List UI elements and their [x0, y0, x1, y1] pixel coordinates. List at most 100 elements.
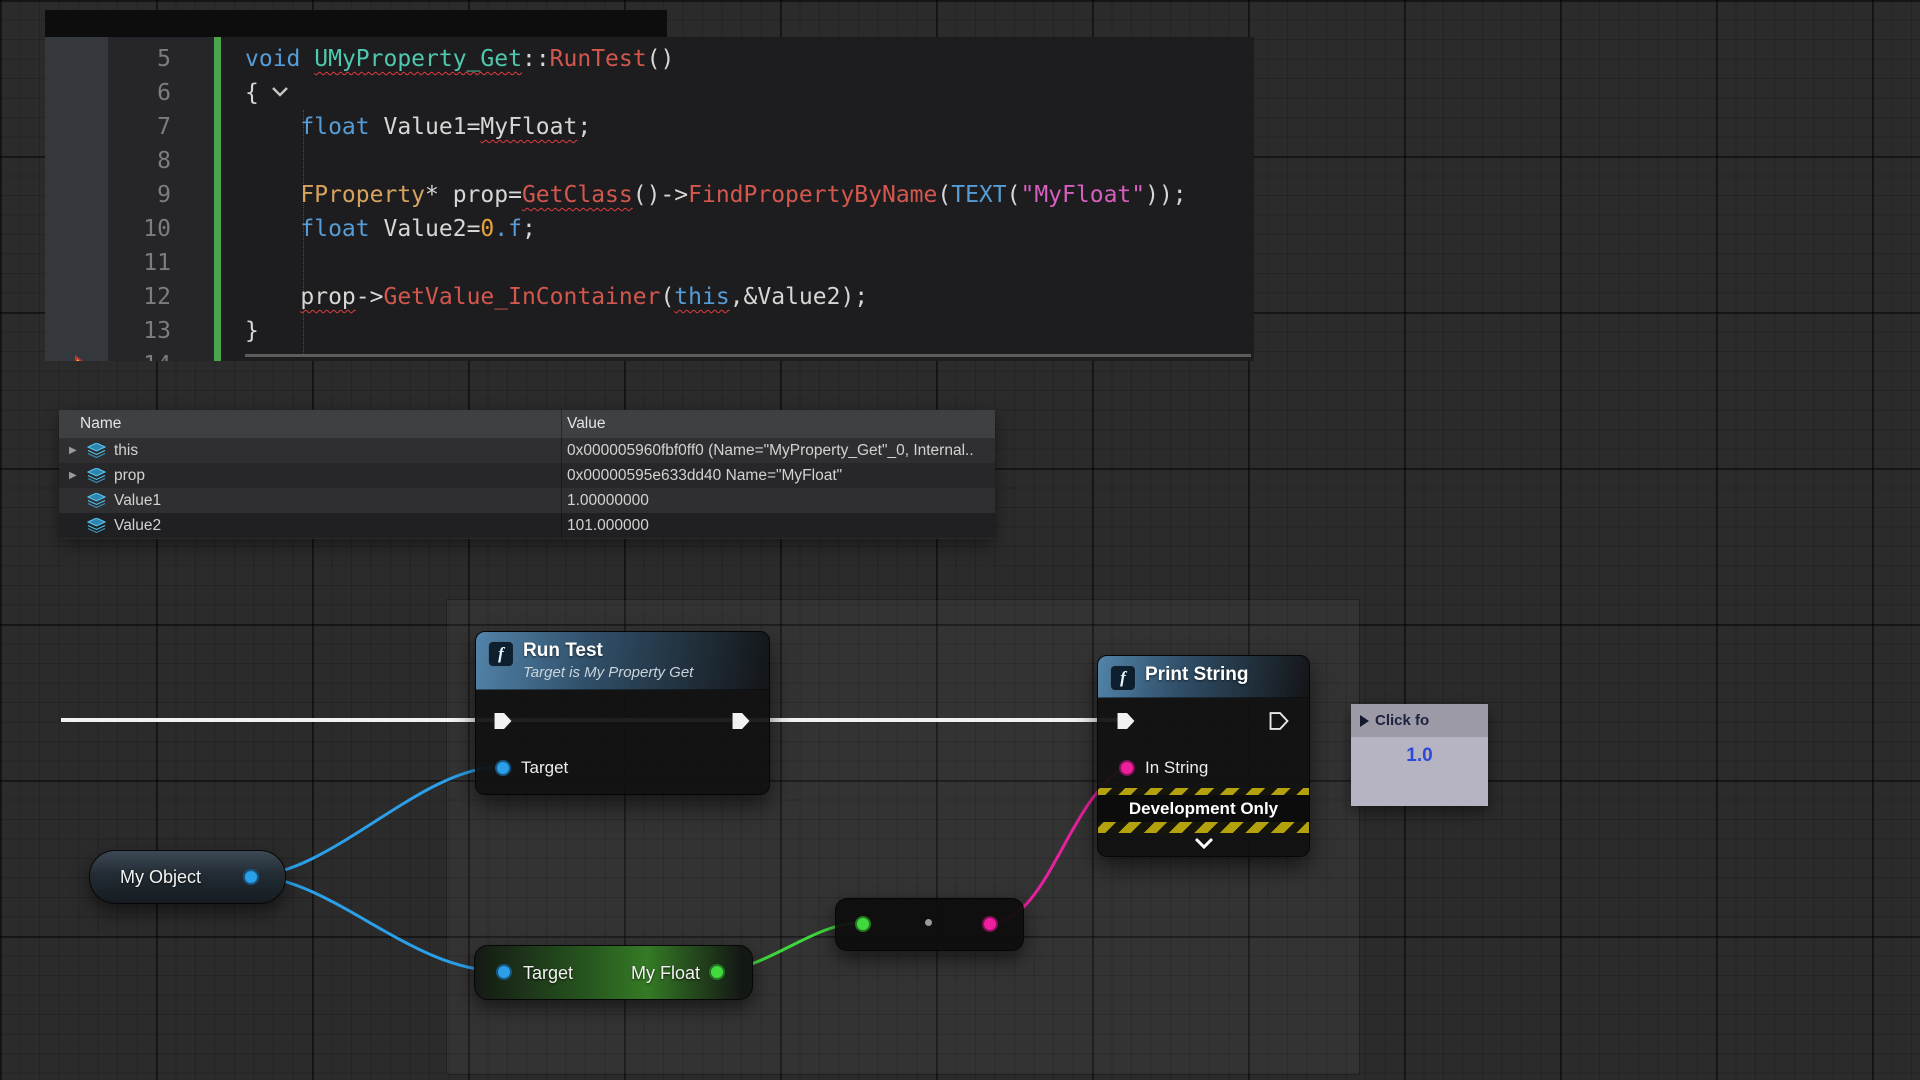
tooltip-header-label: Click fo [1375, 712, 1429, 729]
expand-chevron-icon[interactable] [1194, 837, 1214, 849]
code-line[interactable]: 9 FProperty* prop=GetClass()->FindProper… [45, 178, 1254, 212]
run-test-header: f Run Test Target is My Property Get [476, 632, 769, 690]
code-text: { [214, 80, 259, 106]
code-token: () [647, 46, 675, 72]
node-title: Run Test [523, 639, 693, 663]
code-token: } [245, 318, 259, 344]
exec-in-pin[interactable] [1116, 712, 1136, 730]
code-token: ,&Value2); [730, 284, 868, 310]
editor-top-strip [45, 10, 667, 37]
code-token: ( [937, 182, 951, 208]
watch-name: this [114, 438, 138, 463]
expand-arrow-icon[interactable]: ▶ [69, 438, 77, 463]
function-icon: f [1110, 665, 1136, 691]
line-number: 5 [45, 46, 214, 72]
debugger-watch-panel[interactable]: Name Value ▶ this 0x000005960fbf0ff0 (Name… [59, 410, 995, 539]
code-token: FProperty [300, 182, 425, 208]
object-out-pin[interactable] [243, 869, 259, 885]
code-token: { [245, 80, 259, 106]
node-print-string[interactable]: f Print String In String Development Onl… [1097, 655, 1310, 857]
play-icon [1360, 715, 1369, 727]
target-pin[interactable] [496, 964, 512, 980]
node-get-my-float[interactable]: Target My Float [474, 945, 753, 1000]
code-token: prop [300, 284, 355, 310]
code-token: ( [660, 284, 674, 310]
watch-name: Value2 [114, 513, 161, 538]
code-token [245, 182, 300, 208]
code-token: -> [356, 284, 384, 310]
code-token: 0 [480, 216, 494, 242]
line-number: 11 [45, 250, 214, 276]
column-value: Value [567, 415, 606, 433]
target-pin-label: Target [521, 758, 568, 778]
variable-label: My Object [120, 867, 201, 887]
code-text: prop->GetValue_InContainer(this,&Value2)… [214, 284, 868, 310]
watch-row[interactable]: Value11.00000000 [59, 488, 995, 513]
line-number: 8 [45, 148, 214, 174]
code-line[interactable]: 5void UMyProperty_Get::RunTest() [45, 42, 1254, 76]
code-line[interactable]: 11 [45, 246, 1254, 280]
code-token: :: [522, 46, 550, 72]
code-token: ; [522, 216, 536, 242]
code-line[interactable]: 7 float Value1=MyFloat; [45, 110, 1254, 144]
target-pin[interactable] [495, 760, 511, 776]
watch-name: Value1 [114, 488, 161, 513]
code-token: float [300, 114, 369, 140]
exec-in-pin[interactable] [493, 712, 513, 730]
target-pin-label: Target [523, 963, 573, 983]
watched-value: 1.0 [1351, 745, 1488, 767]
code-line[interactable]: 6{ [45, 76, 1254, 110]
code-text: float Value2=0.f; [214, 216, 536, 242]
code-token: ()-> [633, 182, 688, 208]
code-token: Value1= [370, 114, 481, 140]
expand-arrow-icon[interactable]: ▶ [69, 463, 77, 488]
horizontal-scrollbar[interactable] [245, 354, 1251, 357]
code-line[interactable]: 10 float Value2=0.f; [45, 212, 1254, 246]
watch-row[interactable]: ▶prop0x00000595e633dd40 Name="MyFloat" [59, 463, 995, 488]
line-number: 7 [45, 114, 214, 140]
watch-row[interactable]: ▶ this 0x000005960fbf0ff0 (Name="MyPropert… [59, 438, 995, 463]
watch-row[interactable]: Value2101.000000 [59, 513, 995, 538]
watch-value: 0x000005960fbf0ff0 (Name="MyProperty_Get… [567, 438, 974, 463]
debug-value-tooltip[interactable]: Click fo 1.0 [1351, 704, 1488, 806]
function-icon: f [488, 641, 514, 667]
code-text: FProperty* prop=GetClass()->FindProperty… [214, 182, 1187, 208]
code-token: * prop= [425, 182, 522, 208]
code-line[interactable]: 12 prop->GetValue_InContainer(this,&Valu… [45, 280, 1254, 314]
code-line[interactable]: 13} [45, 314, 1254, 348]
watch-rows[interactable]: ▶ this 0x000005960fbf0ff0 (Name="MyPropert… [59, 438, 995, 538]
code-editor[interactable]: 5void UMyProperty_Get::RunTest()6{7 floa… [45, 37, 1254, 361]
column-divider[interactable] [561, 410, 562, 539]
variable-icon [87, 443, 106, 458]
code-token: .f [494, 216, 522, 242]
code-token: "MyFloat" [1020, 182, 1145, 208]
line-number: 6 [45, 80, 214, 106]
collapse-dot-icon[interactable] [925, 919, 932, 926]
code-token: RunTest [550, 46, 647, 72]
fold-chevron-icon[interactable] [271, 85, 289, 97]
float-in-pin[interactable] [855, 916, 871, 932]
watch-name: prop [114, 463, 145, 488]
code-token: UMyProperty_Get [314, 46, 522, 72]
tooltip-header[interactable]: Click fo [1351, 704, 1488, 737]
development-only-stripes [1098, 788, 1309, 795]
watch-header: Name Value [59, 410, 995, 438]
node-my-object[interactable]: My Object [89, 850, 286, 904]
in-string-pin[interactable] [1119, 760, 1135, 776]
node-run-test[interactable]: f Run Test Target is My Property Get Tar… [475, 631, 770, 795]
code-token [245, 114, 300, 140]
development-only-stripes [1098, 822, 1309, 833]
code-text: float Value1=MyFloat; [214, 114, 591, 140]
node-convert-float-to-string[interactable] [835, 898, 1024, 951]
code-lines[interactable]: 5void UMyProperty_Get::RunTest()6{7 floa… [45, 42, 1254, 361]
code-text: void UMyProperty_Get::RunTest() [214, 46, 674, 72]
line-number: 9 [45, 182, 214, 208]
exec-out-pin[interactable] [1269, 712, 1289, 730]
code-token [245, 284, 300, 310]
print-string-header: f Print String [1098, 656, 1309, 698]
string-out-pin[interactable] [982, 916, 998, 932]
code-token: ; [577, 114, 591, 140]
code-line[interactable]: 8 [45, 144, 1254, 178]
float-out-pin[interactable] [709, 964, 725, 980]
exec-out-pin[interactable] [731, 712, 751, 730]
